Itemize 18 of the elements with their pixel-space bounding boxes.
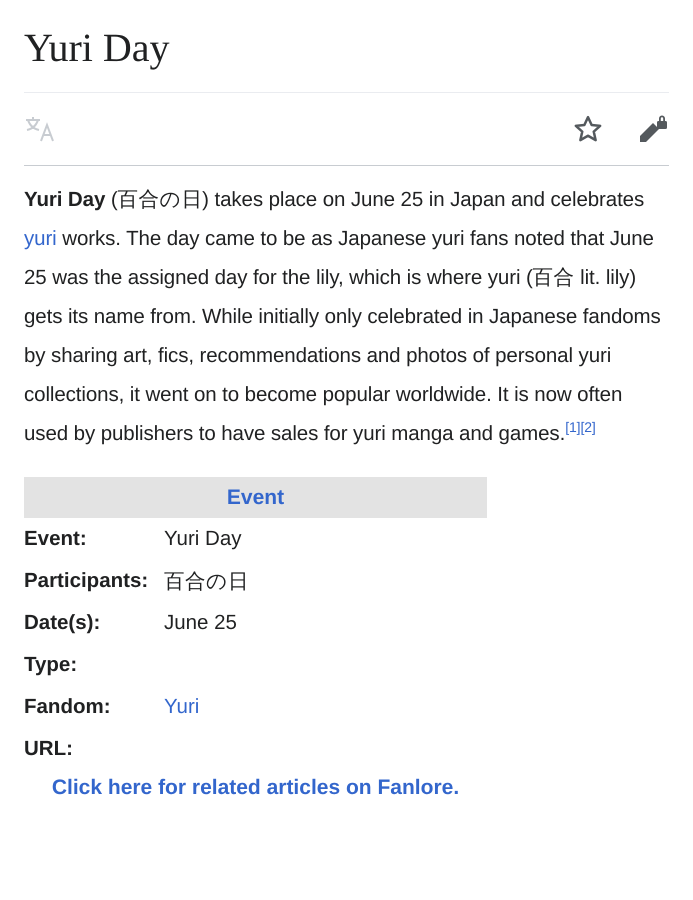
infobox-heading: Event	[226, 486, 284, 510]
fandom-link[interactable]: Yuri	[164, 695, 487, 719]
pencil-lock-icon[interactable]	[637, 114, 669, 144]
field-label: Participants:	[24, 569, 150, 593]
yuri-link[interactable]: yuri	[24, 227, 57, 250]
field-label: Fandom:	[24, 695, 112, 719]
star-icon[interactable]	[573, 114, 603, 144]
field-value: June 25	[164, 611, 238, 635]
field-value: Yuri Day	[164, 527, 242, 551]
field-value: 百合の日	[164, 569, 250, 595]
related-articles-link[interactable]: Click here for related articles on Fanlore.	[24, 776, 487, 800]
reference-link[interactable]: [2]	[580, 419, 596, 436]
reference-link[interactable]: [1]	[565, 419, 580, 436]
field-label: Date(s):	[24, 611, 102, 635]
field-label: Type:	[24, 653, 78, 677]
field-label: URL:	[24, 737, 74, 761]
field-label: Event:	[24, 527, 88, 551]
page-title: Yuri Day	[24, 24, 171, 72]
